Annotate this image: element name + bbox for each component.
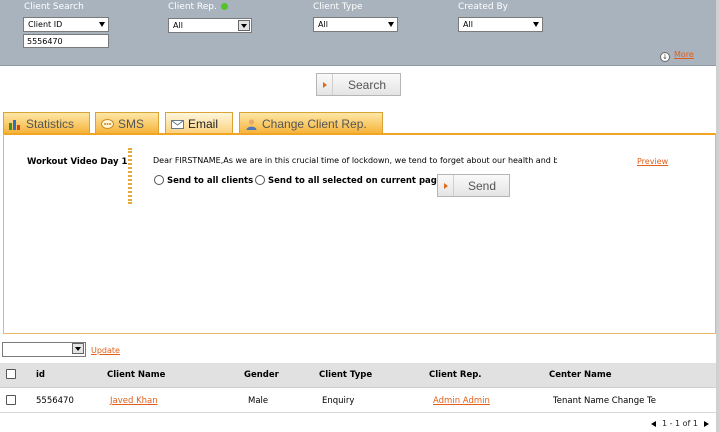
tab-email[interactable]: Email: [165, 112, 233, 133]
cell-center-name: Tenant Name Change Te: [553, 396, 656, 406]
status-dot-icon: [221, 3, 228, 10]
created-by-label: Created By: [458, 2, 508, 12]
send-selected-label: Send to all selected on current page: [268, 176, 443, 186]
envelope-icon: [171, 120, 184, 129]
cell-id: 5556470: [36, 396, 74, 406]
more-label: More: [674, 50, 694, 59]
cell-client-rep[interactable]: Admin Admin: [433, 396, 490, 406]
send-button-label: Send: [467, 179, 497, 193]
tab-change-client-rep-label: Change Client Rep.: [262, 117, 367, 131]
table-row: 5556470 Javed Khan Male Enquiry Admin Ad…: [0, 389, 716, 413]
chevron-down-icon: [533, 22, 539, 27]
preview-link[interactable]: Preview: [637, 157, 668, 166]
chevron-down-icon: [388, 22, 394, 27]
header-client-name[interactable]: Client Name: [107, 370, 165, 380]
client-type-label: Client Type: [313, 2, 363, 12]
header-id[interactable]: id: [36, 370, 45, 380]
send-button[interactable]: Send: [437, 174, 510, 197]
search-button[interactable]: Search: [316, 73, 401, 96]
client-search-label: Client Search: [24, 2, 84, 12]
client-type-select-value: All: [318, 20, 328, 29]
update-link[interactable]: Update: [91, 346, 120, 355]
client-search-select-value: Client ID: [28, 20, 63, 29]
next-page-icon[interactable]: [704, 421, 709, 427]
tab-statistics-label: Statistics: [26, 117, 75, 131]
tab-change-client-rep[interactable]: Change Client Rep.: [239, 112, 383, 133]
divider: [128, 148, 132, 204]
filter-bar: Client Search Client Rep. Client Type Cr…: [0, 0, 719, 66]
cell-client-name[interactable]: Javed Khan: [110, 396, 158, 406]
select-all-checkbox[interactable]: [6, 369, 16, 379]
tab-sms-label: SMS: [118, 117, 145, 131]
header-center-name[interactable]: Center Name: [549, 370, 612, 380]
tab-sms[interactable]: SMS: [95, 112, 159, 133]
client-rep-label: Client Rep.: [168, 2, 217, 12]
row-checkbox[interactable]: [6, 395, 16, 405]
send-selected-radio[interactable]: [255, 175, 265, 185]
client-rep-select-value: All: [173, 21, 183, 30]
prev-page-icon[interactable]: [650, 421, 656, 427]
send-all-clients-label: Send to all clients: [167, 176, 254, 186]
tab-statistics[interactable]: Statistics: [3, 112, 90, 133]
client-search-input-value: 5556470: [27, 37, 63, 46]
email-message-preview: Dear FIRSTNAME,As we are in this crucial…: [153, 156, 557, 165]
client-rep-select[interactable]: All: [168, 18, 252, 33]
dropdown-arrow-icon: [72, 343, 84, 354]
header-gender[interactable]: Gender: [244, 370, 279, 380]
pager-text: 1 - 1 of 1: [661, 419, 698, 428]
chevron-down-icon: [99, 22, 105, 27]
expand-down-icon: ↓: [660, 52, 670, 62]
header-client-type[interactable]: Client Type: [319, 370, 372, 380]
dropdown-arrow-icon: [238, 20, 250, 31]
search-button-label: Search: [347, 78, 387, 92]
bulk-action-select[interactable]: [2, 342, 86, 357]
pager: 1 - 1 of 1: [650, 419, 709, 428]
sms-icon: [101, 119, 114, 129]
header-client-rep[interactable]: Client Rep.: [429, 370, 482, 380]
client-type-select[interactable]: All: [313, 17, 398, 32]
template-name: Workout Video Day 1: [27, 157, 128, 167]
created-by-select[interactable]: All: [458, 17, 543, 32]
play-arrow-icon: [438, 175, 454, 196]
tab-email-label: Email: [188, 117, 219, 131]
table-header: id Client Name Gender Client Type Client…: [0, 363, 716, 388]
created-by-select-value: All: [463, 20, 473, 29]
play-arrow-icon: [317, 74, 333, 95]
send-all-clients-radio[interactable]: [154, 175, 164, 185]
chart-icon: [9, 120, 20, 130]
cell-client-type: Enquiry: [322, 396, 355, 406]
client-search-select[interactable]: Client ID: [23, 17, 109, 32]
person-icon: [246, 119, 257, 130]
more-link[interactable]: ↓ More: [660, 50, 694, 62]
client-search-input[interactable]: 5556470: [23, 34, 109, 48]
cell-gender: Male: [248, 396, 269, 406]
